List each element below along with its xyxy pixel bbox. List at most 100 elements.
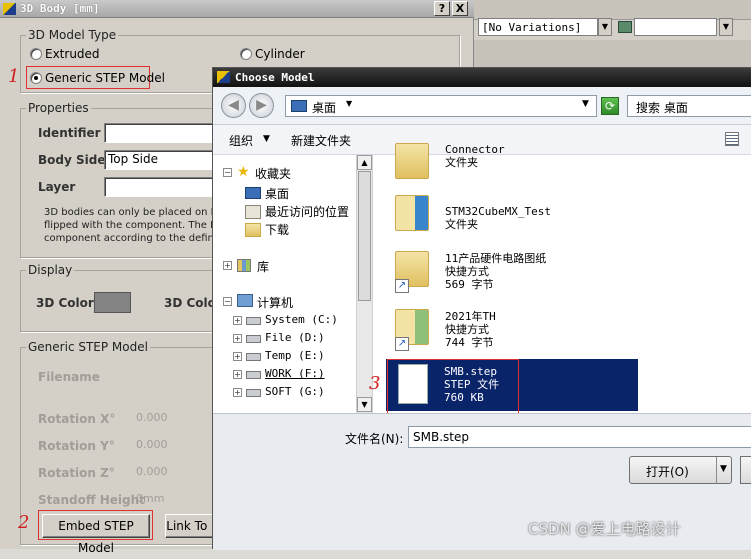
nav-drive-f[interactable]: WORK (F:): [265, 367, 325, 380]
file-size: 744 字节: [445, 336, 494, 349]
standoff-value: 0mm: [136, 492, 165, 505]
drive-d-toggle-icon[interactable]: +: [233, 334, 242, 343]
variations-dropdown-icon[interactable]: ▼: [598, 18, 612, 36]
nav-drive-g[interactable]: SOFT (G:): [265, 385, 325, 398]
nav-drive-c[interactable]: System (C:): [265, 313, 338, 326]
panel-field[interactable]: [634, 18, 717, 36]
cancel-button[interactable]: [740, 456, 751, 484]
drive-d-icon: [246, 335, 261, 343]
organize-button[interactable]: 组织: [229, 132, 253, 149]
open-button-label: 打开(O): [646, 465, 689, 479]
filename-label: Filename: [38, 370, 100, 384]
computer-toggle-icon[interactable]: −: [223, 297, 232, 306]
file-type: 快捷方式: [445, 323, 489, 336]
nav-libraries[interactable]: 库: [257, 258, 269, 275]
drive-g-icon: [246, 389, 261, 397]
rotation-x-label: Rotation X°: [38, 412, 116, 426]
nav-drive-d[interactable]: File (D:): [265, 331, 325, 344]
file-name: 2021年TH: [445, 310, 496, 323]
file-size: 569 字节: [445, 278, 494, 291]
star-icon: ★: [237, 164, 250, 180]
nav-computer[interactable]: 计算机: [257, 294, 293, 311]
filename-value: SMB.step: [413, 430, 469, 444]
highlight-box-3: [387, 359, 519, 414]
downloads-folder-icon: [245, 223, 261, 237]
layer-label: Layer: [38, 180, 76, 194]
generic-step-group-label: Generic STEP Model: [26, 340, 150, 354]
view-options-icon[interactable]: [725, 132, 739, 146]
open-button[interactable]: 打开(O) ▼: [629, 456, 732, 484]
libraries-icon: [237, 259, 251, 272]
nav-downloads[interactable]: 下载: [265, 221, 289, 238]
rotation-y-label: Rotation Y°: [38, 439, 115, 453]
properties-group-label: Properties: [26, 101, 91, 115]
nav-scroll-thumb[interactable]: [358, 171, 371, 301]
address-field[interactable]: 桌面 ▼ ▼: [285, 95, 597, 117]
filename-input[interactable]: SMB.step: [408, 426, 751, 448]
organize-dropdown-icon[interactable]: ▼: [263, 134, 270, 144]
file-name: STM32CubeMX_Test: [445, 205, 551, 218]
watermark: CSDN @爱上电路设计: [528, 520, 681, 538]
body-side-value: Top Side: [108, 152, 159, 166]
nav-favorites[interactable]: 收藏夹: [255, 165, 291, 182]
file-item[interactable]: STM32CubeMX_Test 文件夹: [395, 192, 635, 242]
address-dropdown-icon[interactable]: ▼: [582, 99, 589, 109]
radio-generic-step[interactable]: [30, 72, 42, 84]
choose-dialog-title: Choose Model: [235, 71, 315, 84]
body-side-select[interactable]: Top Side: [104, 150, 214, 170]
file-item[interactable]: Connector 文件夹: [395, 143, 635, 187]
split-divider: [716, 457, 717, 483]
address-bar: ◀ ▶ 桌面 ▼ ▼ ⟳ 搜索 桌面: [213, 87, 751, 125]
filename-label: 文件名(N):: [345, 432, 404, 446]
drive-f-toggle-icon[interactable]: +: [233, 370, 242, 379]
color-swatch[interactable]: [94, 292, 131, 313]
rotation-y-value: 0.000: [136, 438, 168, 451]
breadcrumb-arrow-icon[interactable]: ▼: [346, 99, 352, 108]
variations-select[interactable]: [No Variations]: [478, 18, 598, 36]
search-placeholder: 搜索 桌面: [636, 101, 688, 115]
nav-recent[interactable]: 最近访问的位置: [265, 203, 349, 220]
dialog-title: 3D Body [mm]: [20, 2, 100, 15]
panel-header: [474, 0, 751, 20]
refresh-icon[interactable]: ⟳: [601, 97, 619, 115]
back-icon[interactable]: ◀: [221, 93, 246, 118]
app-icon: [3, 3, 16, 15]
info-text-line-1: 3D bodies can only be placed on M: [44, 207, 220, 218]
radio-cylinder-label: Cylinder: [255, 47, 305, 61]
nav-scroll-up-icon[interactable]: ▲: [357, 155, 372, 170]
drive-e-toggle-icon[interactable]: +: [233, 352, 242, 361]
app-icon: [217, 71, 230, 83]
rotation-x-value: 0.000: [136, 411, 168, 424]
search-input[interactable]: 搜索 桌面: [627, 95, 751, 117]
nav-desktop[interactable]: 桌面: [265, 185, 289, 202]
open-dropdown-icon[interactable]: ▼: [720, 464, 727, 474]
panel-field-dropdown-icon[interactable]: ▼: [719, 18, 733, 36]
embed-step-model-button[interactable]: Embed STEP Model: [42, 514, 150, 555]
libraries-toggle-icon[interactable]: +: [223, 261, 232, 270]
nav-drive-e[interactable]: Temp (E:): [265, 349, 325, 362]
radio-extruded[interactable]: [30, 48, 42, 60]
toolbar-icon[interactable]: [618, 21, 632, 33]
file-item[interactable]: ↗ 11产品硬件电路图纸 快捷方式 569 字节: [395, 247, 635, 299]
choose-title-bar: Choose Model: [213, 68, 751, 87]
nav-scroll-down-icon[interactable]: ▼: [357, 397, 372, 412]
color-label-2: 3D Colo: [164, 296, 216, 310]
drive-e-icon: [246, 353, 261, 361]
forward-icon[interactable]: ▶: [249, 93, 274, 118]
radio-cylinder[interactable]: [240, 48, 252, 60]
drive-f-icon: [246, 371, 261, 379]
identifier-input[interactable]: [104, 123, 214, 143]
layer-select[interactable]: [104, 177, 214, 197]
file-name: Connector: [445, 143, 505, 156]
folder-icon: [395, 143, 429, 179]
title-bar: 3D Body [mm] ? X: [0, 0, 474, 18]
drive-c-toggle-icon[interactable]: +: [233, 316, 242, 325]
favorites-toggle-icon[interactable]: −: [223, 168, 232, 177]
file-item[interactable]: ↗ 2021年TH 快捷方式 744 字节: [395, 305, 635, 357]
recent-places-icon: [245, 205, 261, 219]
new-folder-button[interactable]: 新建文件夹: [291, 132, 351, 149]
drive-g-toggle-icon[interactable]: +: [233, 388, 242, 397]
close-button[interactable]: X: [452, 1, 468, 16]
help-button[interactable]: ?: [434, 1, 450, 16]
drive-c-icon: [246, 317, 261, 325]
